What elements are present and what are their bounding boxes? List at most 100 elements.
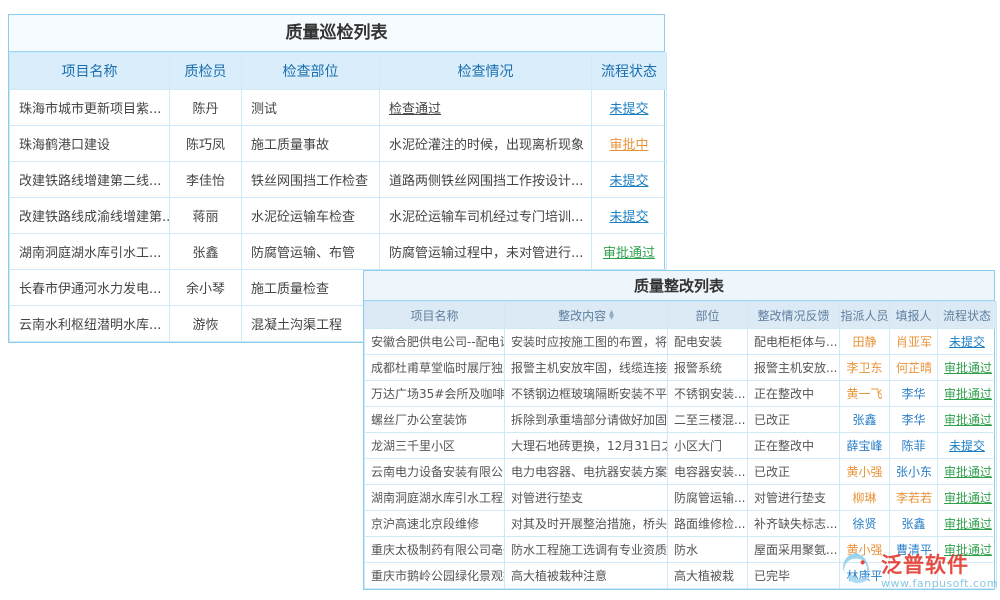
project-name-cell[interactable]: 万达广场35#会所及咖啡厅空... <box>365 381 505 407</box>
table-row[interactable]: 成都杜甫草堂临时展厅独立展...报警主机安放牢固，线缆连接...报警系统报警主机… <box>365 355 997 381</box>
project-name-cell[interactable]: 安徽合肥供电公司--配电设备... <box>365 329 505 355</box>
column-header[interactable]: 指派人员 <box>840 302 890 329</box>
part-cell: 防水 <box>668 537 748 563</box>
table-row[interactable]: 改建铁路线成渝线增建第...蒋丽水泥砼运输车检查水泥砼运输车司机经过专门培训..… <box>10 198 667 234</box>
rectification-table-header-row: 项目名称整改内容▲▼部位整改情况反馈指派人员填报人流程状态 <box>365 302 997 329</box>
feedback-cell: 屋面采用聚氨... <box>748 537 840 563</box>
feedback-cell: 配电柜柜体与... <box>748 329 840 355</box>
watermark-url: www.fanpusoft.com <box>881 578 998 590</box>
table-row[interactable]: 珠海鹤港口建设陈巧凤施工质量事故水泥砼灌注的时候，出现离析现象审批中 <box>10 126 667 162</box>
rectify-content-cell: 大理石地砖更换，12月31日之... <box>505 433 668 459</box>
project-name-cell[interactable]: 长春市伊通河水力发电... <box>10 270 170 306</box>
rectify-content-cell: 报警主机安放牢固，线缆连接... <box>505 355 668 381</box>
project-name-cell[interactable]: 湖南洞庭湖水库引水工... <box>10 234 170 270</box>
status-link[interactable]: 未提交 <box>949 439 985 453</box>
status-link[interactable]: 未提交 <box>609 102 648 117</box>
project-name-cell[interactable]: 重庆太极制药有限公司亳州中... <box>365 537 505 563</box>
inspector-cell: 游恢 <box>170 306 242 342</box>
inspector-cell: 李佳怡 <box>170 162 242 198</box>
table-row[interactable]: 改建铁路线增建第二线...李佳怡铁丝网围挡工作检查道路两侧铁丝网围挡工作按设计.… <box>10 162 667 198</box>
table-row[interactable]: 湖南洞庭湖水库引水工...张鑫防腐管运输、布管防腐管运输过程中，未对管进行...… <box>10 234 667 270</box>
feedback-cell: 正在整改中 <box>748 381 840 407</box>
status-link[interactable]: 未提交 <box>949 335 985 349</box>
inspection-part-cell: 施工质量事故 <box>242 126 380 162</box>
status-cell: 未提交 <box>938 329 997 355</box>
project-name-cell[interactable]: 云南水利枢纽潜明水库... <box>10 306 170 342</box>
feedback-cell: 补齐缺失标志... <box>748 511 840 537</box>
part-cell: 高大植被栽 <box>668 563 748 589</box>
project-name-cell[interactable]: 龙湖三千里小区 <box>365 433 505 459</box>
project-name-cell[interactable]: 云南电力设备安装有限公司20... <box>365 459 505 485</box>
watermark: 泛普软件 www.fanpusoft.com <box>835 549 998 595</box>
column-header[interactable]: 整改情况反馈 <box>748 302 840 329</box>
project-name-cell[interactable]: 改建铁路线增建第二线... <box>10 162 170 198</box>
column-header[interactable]: 质检员 <box>170 53 242 90</box>
rectification-table-title: 质量整改列表 <box>364 271 994 301</box>
project-name-cell[interactable]: 珠海鹤港口建设 <box>10 126 170 162</box>
status-link[interactable]: 审批通过 <box>944 361 992 375</box>
table-row[interactable]: 湖南洞庭湖水库引水工程施工标对管进行垫支防腐管运输...对管进行垫支柳琳李若若审… <box>365 485 997 511</box>
inspector-cell: 余小琴 <box>170 270 242 306</box>
inspection-table-header-row: 项目名称质检员检查部位检查情况流程状态 <box>10 53 667 90</box>
status-link[interactable]: 未提交 <box>609 210 648 225</box>
project-name-cell[interactable]: 改建铁路线成渝线增建第... <box>10 198 170 234</box>
status-link[interactable]: 审批通过 <box>944 413 992 427</box>
status-link[interactable]: 未提交 <box>609 174 648 189</box>
status-cell: 未提交 <box>592 198 667 234</box>
rectify-content-cell: 电力电容器、电抗器安装方案... <box>505 459 668 485</box>
watermark-brand: 泛普软件 <box>881 554 998 577</box>
table-row[interactable]: 万达广场35#会所及咖啡厅空...不锈钢边框玻璃隔断安装不平...不锈钢安装..… <box>365 381 997 407</box>
project-name-cell[interactable]: 成都杜甫草堂临时展厅独立展... <box>365 355 505 381</box>
sort-icon[interactable]: ▲▼ <box>609 310 614 320</box>
inspection-part-cell: 测试 <box>242 90 380 126</box>
table-row[interactable]: 安徽合肥供电公司--配电设备...安装时应按施工图的布置，将...配电安装配电柜… <box>365 329 997 355</box>
status-link[interactable]: 审批中 <box>609 138 648 153</box>
project-name-cell[interactable]: 珠海市城市更新项目紫... <box>10 90 170 126</box>
part-cell: 防腐管运输... <box>668 485 748 511</box>
feedback-cell: 对管进行垫支 <box>748 485 840 511</box>
status-link[interactable]: 审批通过 <box>944 491 992 505</box>
assignee-cell: 田静 <box>840 329 890 355</box>
inspector-cell: 陈巧凤 <box>170 126 242 162</box>
column-header[interactable]: 流程状态 <box>592 53 667 90</box>
column-header[interactable]: 项目名称 <box>365 302 505 329</box>
column-header[interactable]: 检查情况 <box>380 53 592 90</box>
column-header[interactable]: 项目名称 <box>10 53 170 90</box>
project-name-cell[interactable]: 重庆市鹅岭公园绿化景观提升... <box>365 563 505 589</box>
sort-desc-icon: ▼ <box>609 315 614 320</box>
part-cell: 二至三楼混... <box>668 407 748 433</box>
table-row[interactable]: 云南电力设备安装有限公司20...电力电容器、电抗器安装方案...电容器安装..… <box>365 459 997 485</box>
project-name-cell[interactable]: 京沪高速北京段维修 <box>365 511 505 537</box>
filler-cell: 何芷晴 <box>890 355 938 381</box>
inspection-situation-cell: 检查通过 <box>380 90 592 126</box>
status-cell: 未提交 <box>592 162 667 198</box>
status-cell: 审批通过 <box>938 355 997 381</box>
assignee-cell: 张鑫 <box>840 407 890 433</box>
table-row[interactable]: 京沪高速北京段维修对其及时开展整治措施，桥头...路面维修检...补齐缺失标志.… <box>365 511 997 537</box>
status-link[interactable]: 审批通过 <box>603 246 655 261</box>
column-header[interactable]: 整改内容▲▼ <box>505 302 668 329</box>
table-row[interactable]: 珠海市城市更新项目紫...陈丹测试检查通过未提交 <box>10 90 667 126</box>
table-row[interactable]: 龙湖三千里小区大理石地砖更换，12月31日之...小区大门正在整改中薛宝峰陈菲未… <box>365 433 997 459</box>
column-header[interactable]: 检查部位 <box>242 53 380 90</box>
status-cell: 审批通过 <box>938 381 997 407</box>
assignee-cell: 柳琳 <box>840 485 890 511</box>
status-cell: 审批通过 <box>592 234 667 270</box>
column-header[interactable]: 部位 <box>668 302 748 329</box>
inspection-situation-cell: 防腐管运输过程中，未对管进行... <box>380 234 592 270</box>
project-name-cell[interactable]: 湖南洞庭湖水库引水工程施工标 <box>365 485 505 511</box>
status-link[interactable]: 审批通过 <box>944 465 992 479</box>
column-header[interactable]: 填报人 <box>890 302 938 329</box>
project-name-cell[interactable]: 螺丝厂办公室装饰 <box>365 407 505 433</box>
feedback-cell: 已改正 <box>748 407 840 433</box>
part-cell: 报警系统 <box>668 355 748 381</box>
status-link[interactable]: 审批通过 <box>944 517 992 531</box>
status-cell: 审批中 <box>592 126 667 162</box>
table-row[interactable]: 螺丝厂办公室装饰拆除到承重墙部分请做好加固...二至三楼混...已改正张鑫李华审… <box>365 407 997 433</box>
feedback-cell: 已改正 <box>748 459 840 485</box>
column-header[interactable]: 流程状态 <box>938 302 997 329</box>
watermark-text: 泛普软件 www.fanpusoft.com <box>881 554 998 589</box>
inspection-situation-cell: 水泥砼运输车司机经过专门培训... <box>380 198 592 234</box>
status-link[interactable]: 审批通过 <box>944 387 992 401</box>
rectify-content-cell: 高大植被栽种注意 <box>505 563 668 589</box>
